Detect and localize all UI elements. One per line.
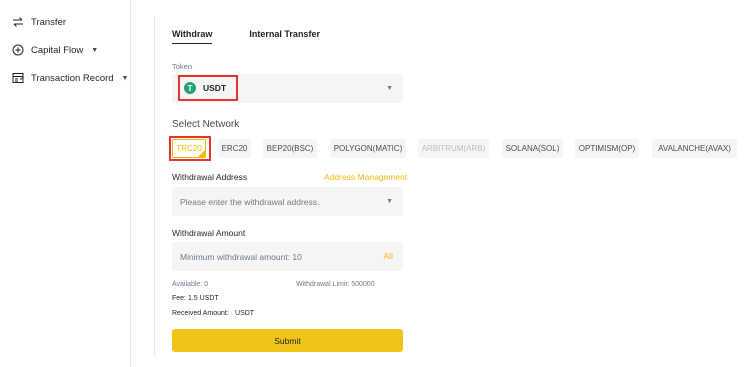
withdrawal-address-label: Withdrawal Address (172, 172, 248, 182)
caret-down-icon[interactable]: ▼ (122, 75, 129, 82)
withdrawal-address-input[interactable] (180, 187, 370, 216)
submit-button[interactable]: Submit (172, 329, 403, 352)
network-option-label: ERC20 (221, 144, 248, 153)
network-option-bep20[interactable]: BEP20(BSC) (263, 139, 317, 158)
network-option-label: TRC20 (176, 144, 202, 153)
withdrawal-amount-label: Withdrawal Amount (172, 228, 246, 238)
tab-bar: Withdraw Internal Transfer (172, 29, 320, 44)
network-option-polygon[interactable]: POLYGON(MATIC) (330, 139, 406, 158)
content-divider (154, 16, 155, 356)
token-label: Token (172, 62, 193, 71)
transfer-icon (12, 16, 24, 28)
sidebar-item-transaction-record[interactable]: Transaction Record ▼ (12, 69, 128, 87)
network-option-solana[interactable]: SOLANA(SOL) (502, 139, 563, 158)
network-option-avalanche[interactable]: AVALANCHE(AVAX) (652, 139, 737, 158)
available-balance: Available: 0 (172, 281, 209, 288)
all-button[interactable]: All (384, 251, 393, 261)
network-option-label: BEP20(BSC) (266, 144, 314, 153)
network-option-label: AVALANCHE(AVAX) (658, 144, 731, 153)
sidebar-item-label: Transaction Record (31, 72, 114, 84)
network-option-erc20[interactable]: ERC20 (218, 139, 251, 158)
record-icon (12, 72, 24, 84)
sidebar-item-capital-flow[interactable]: Capital Flow ▼ (12, 41, 98, 59)
network-option-label: OPTIMISM(OP) (578, 144, 636, 153)
plus-circle-icon (12, 44, 24, 56)
withdrawal-address-field[interactable]: ▼ (172, 187, 403, 216)
received-amount: Received Amount: · USDT (172, 310, 255, 317)
chevron-down-icon[interactable]: ▼ (386, 198, 393, 205)
network-option-arbitrum: ARBITRUM(ARB) (418, 139, 489, 158)
network-option-label: ARBITRUM(ARB) (421, 144, 486, 153)
tab-withdraw[interactable]: Withdraw (172, 29, 213, 44)
sidebar: Transfer Capital Flow ▼ Transaction Reco… (0, 0, 131, 367)
caret-down-icon[interactable]: ▼ (91, 47, 98, 54)
withdrawal-amount-input[interactable] (180, 242, 370, 271)
sidebar-item-label: Capital Flow (31, 44, 84, 56)
token-select[interactable]: T USDT ▼ (172, 74, 403, 103)
withdrawal-limit: Withdrawal Limit: 500000 (296, 281, 375, 288)
chevron-down-icon: ▼ (386, 85, 393, 92)
withdraw-panel: Withdraw Internal Transfer Token T USDT … (169, 0, 746, 367)
sidebar-item-label: Transfer (31, 16, 67, 28)
address-management-link[interactable]: Address Management (324, 172, 407, 182)
tab-internal-transfer[interactable]: Internal Transfer (249, 29, 320, 44)
network-option-trc20[interactable]: TRC20 (169, 136, 211, 161)
fee-text: Fee: 1.5 USDT (172, 295, 219, 302)
sidebar-item-transfer[interactable]: Transfer (12, 13, 66, 31)
token-highlight-box (178, 75, 238, 101)
network-option-label: POLYGON(MATIC) (333, 144, 403, 153)
network-option-optimism[interactable]: OPTIMISM(OP) (575, 139, 639, 158)
withdrawal-amount-field[interactable]: All (172, 242, 403, 271)
network-option-label: SOLANA(SOL) (505, 144, 560, 153)
select-network-title: Select Network (172, 119, 240, 130)
